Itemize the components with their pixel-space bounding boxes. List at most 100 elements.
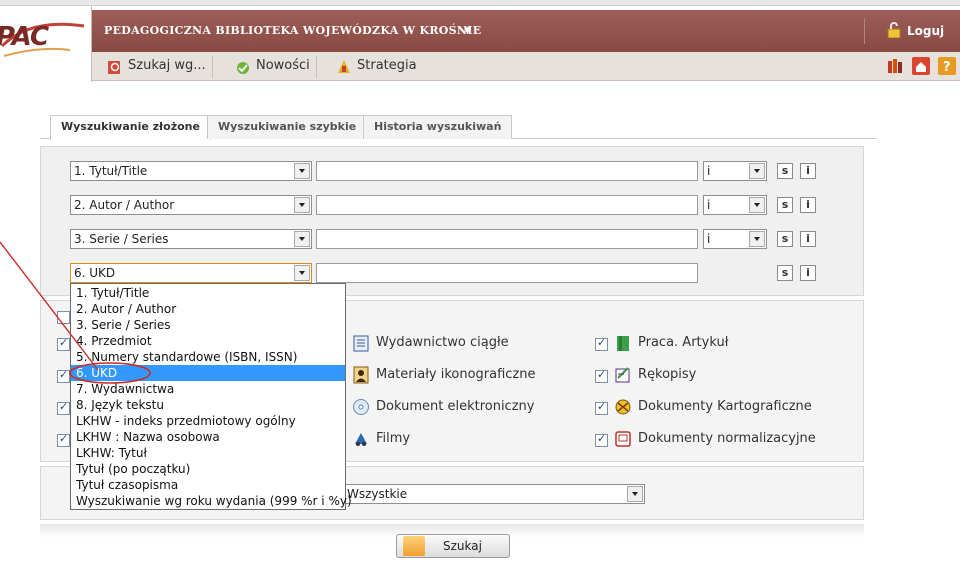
type-checkbox-left-2[interactable]	[57, 368, 70, 383]
field-select-3-value: 3. Serie / Series	[74, 232, 169, 246]
type-label-standards: Dokumenty normalizacyjne	[638, 431, 816, 446]
type-label-periodical: Wydawnictwo ciągłe	[376, 335, 509, 350]
info-button-1[interactable]: i	[800, 163, 816, 179]
field-select-1[interactable]: 1. Tytuł/Title	[70, 161, 312, 181]
type-checkbox-left-3[interactable]	[57, 400, 70, 415]
type-label-films: Filmy	[376, 431, 411, 446]
news-icon	[237, 62, 249, 74]
field-dropdown-list[interactable]: 1. Tytuł/Title 2. Autor / Author 3. Serie …	[70, 283, 352, 510]
dropdown-option[interactable]: 7. Wydawnictwa	[71, 381, 345, 397]
info-button-4[interactable]: i	[800, 265, 816, 281]
dropdown-option[interactable]: 4. Przedmiot	[71, 333, 345, 349]
search-term-input-1[interactable]	[316, 161, 698, 181]
operator-select-1-value: i	[707, 164, 711, 178]
lock-icon[interactable]	[887, 22, 901, 38]
dropdown-option[interactable]: Tytuł czasopisma	[71, 477, 345, 493]
type-checkbox-article[interactable]	[595, 336, 608, 351]
strategy-icon	[338, 60, 350, 73]
cd-icon	[353, 399, 369, 415]
iconographic-icon	[353, 366, 369, 384]
field-select-4-value: 6. UKD	[74, 266, 116, 280]
dropdown-option[interactable]: 3. Serie / Series	[71, 317, 345, 333]
bookshelf-icon[interactable]	[886, 57, 904, 75]
field-select-4[interactable]: 6. UKD	[70, 263, 312, 283]
news-label: Nowości	[256, 58, 310, 73]
chevron-down-icon[interactable]	[749, 197, 765, 213]
chevron-down-icon[interactable]	[294, 231, 310, 247]
search-term-input-4[interactable]	[316, 263, 698, 283]
header-bar: PEDAGOGICZNA BIBLIOTEKA WOJEWÓDZKA W KRO…	[92, 10, 960, 52]
magnifier-icon	[403, 536, 425, 556]
login-link[interactable]: Loguj	[907, 24, 944, 38]
chevron-down-icon[interactable]	[294, 197, 310, 213]
search-button-label: Szukaj	[443, 539, 482, 553]
tab-complex-search[interactable]: Wyszukiwanie złożone	[50, 115, 211, 140]
info-button-2[interactable]: i	[800, 197, 816, 213]
header-divider	[864, 18, 865, 44]
year-select-value: Wszystkie	[347, 487, 408, 501]
logo[interactable]: PAC	[0, 6, 92, 82]
library-title[interactable]: PEDAGOGICZNA BIBLIOTEKA WOJEWÓDZKA W KRO…	[104, 24, 481, 37]
chevron-down-icon[interactable]	[627, 486, 643, 502]
search-by-menu[interactable]: Szukaj wg...	[102, 56, 213, 78]
dropdown-option[interactable]: LKHW: Tytuł	[71, 445, 345, 461]
field-select-1-value: 1. Tytuł/Title	[74, 164, 148, 178]
help-icon[interactable]: ?	[938, 57, 956, 75]
search-by-label: Szukaj wg...	[128, 58, 206, 73]
search-term-input-2[interactable]	[316, 195, 698, 215]
field-select-3[interactable]: 3. Serie / Series	[70, 229, 312, 249]
s-button-1[interactable]: s	[777, 163, 793, 179]
chevron-down-icon[interactable]	[294, 265, 310, 281]
type-checkbox-cartographic[interactable]	[595, 400, 608, 415]
s-button-4[interactable]: s	[777, 265, 793, 281]
s-button-2[interactable]: s	[777, 197, 793, 213]
dropdown-option[interactable]: 6. UKD	[71, 365, 345, 381]
library-caret-icon[interactable]: ▼	[464, 26, 471, 36]
type-label-article: Praca. Artykuł	[638, 335, 729, 350]
type-label-electronic: Dokument elektroniczny	[376, 399, 535, 414]
dropdown-option[interactable]: 8. Język tekstu	[71, 397, 345, 413]
dropdown-option[interactable]: 2. Autor / Author	[71, 301, 345, 317]
dropdown-option[interactable]: 1. Tytuł/Title	[71, 285, 345, 301]
operator-select-3[interactable]: i	[703, 229, 767, 249]
chevron-down-icon[interactable]	[749, 231, 765, 247]
tab-search-history[interactable]: Historia wyszukiwań	[363, 115, 513, 139]
type-checkbox-left-1[interactable]	[57, 336, 70, 351]
field-select-2-value: 2. Autor / Author	[74, 198, 175, 212]
article-icon	[617, 336, 629, 351]
logo-text: PAC	[0, 22, 49, 52]
dropdown-option[interactable]: LKHW : Nazwa osobowa	[71, 429, 345, 445]
select-all-checkbox[interactable]	[57, 311, 70, 324]
news-menu[interactable]: Nowości	[230, 56, 317, 78]
dropdown-option[interactable]: LKHW - indeks przedmiotowy ogólny	[71, 413, 345, 429]
search-term-input-3[interactable]	[316, 229, 698, 249]
year-select[interactable]: Wszystkie	[343, 484, 645, 504]
tab-quick-search[interactable]: Wyszukiwanie szybkie	[207, 115, 368, 139]
svg-text:?: ?	[943, 60, 951, 75]
strategy-menu[interactable]: Strategia	[331, 56, 423, 78]
strategy-label: Strategia	[357, 58, 417, 73]
type-checkbox-standards[interactable]	[595, 432, 608, 447]
operator-select-3-value: i	[707, 232, 711, 246]
chevron-down-icon[interactable]	[294, 163, 310, 179]
film-icon	[355, 433, 367, 446]
opac-page: PAC PEDAGOGICZNA BIBLIOTEKA WOJEWÓDZKA W…	[0, 0, 960, 569]
search-button[interactable]: Szukaj	[396, 534, 510, 558]
type-checkbox-left-4[interactable]	[57, 432, 70, 447]
operator-select-2[interactable]: i	[703, 195, 767, 215]
dropdown-option[interactable]: Tytuł (po początku)	[71, 461, 345, 477]
info-button-3[interactable]: i	[800, 231, 816, 247]
type-label-manuscripts: Rękopisy	[638, 367, 697, 382]
dropdown-option[interactable]: 5. Numery standardowe (ISBN, ISSN)	[71, 349, 345, 365]
operator-select-2-value: i	[707, 198, 711, 212]
toolbar: Szukaj wg... Nowości Strategia ?	[92, 52, 960, 81]
manuscript-icon	[615, 367, 630, 383]
operator-select-1[interactable]: i	[703, 161, 767, 181]
home-icon[interactable]	[912, 57, 930, 75]
field-select-2[interactable]: 2. Autor / Author	[70, 195, 312, 215]
s-button-3[interactable]: s	[777, 231, 793, 247]
chevron-down-icon[interactable]	[749, 163, 765, 179]
type-checkbox-manuscripts[interactable]	[595, 368, 608, 383]
dropdown-option[interactable]: Wyszukiwanie wg roku wydania (999 %r i %…	[71, 493, 352, 509]
browser-address-strip	[0, 0, 960, 6]
